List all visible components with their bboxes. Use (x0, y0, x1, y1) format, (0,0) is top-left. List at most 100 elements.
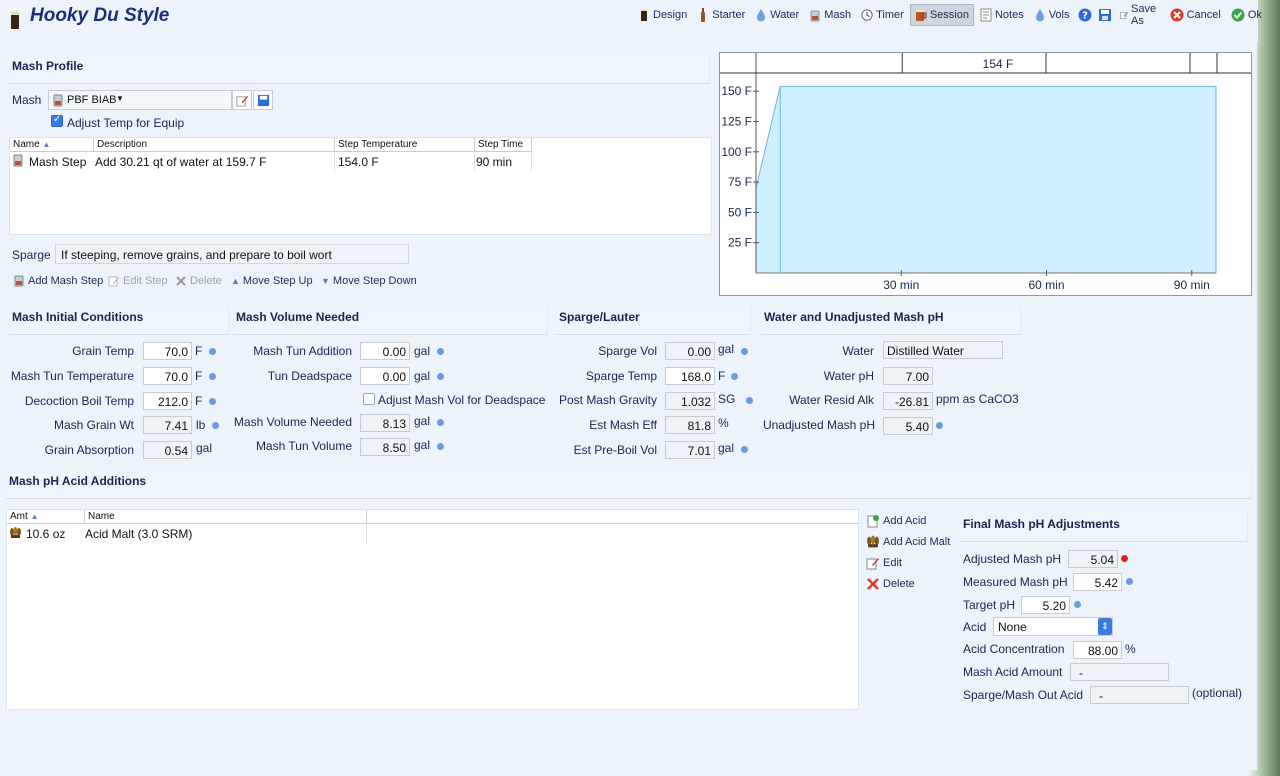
tun-temp-input[interactable]: 70.0 (143, 367, 192, 385)
ok-label: Ok (1247, 9, 1262, 21)
info-dot-icon[interactable] (437, 443, 444, 450)
header: Hooky Du Style Design Starter Water Mash… (0, 0, 1262, 42)
mash-grain-wt-unit: lb (196, 418, 206, 432)
info-dot-icon[interactable] (209, 348, 216, 355)
info-dot-icon[interactable] (741, 348, 748, 355)
col-name-header[interactable]: Name ▲ (10, 138, 94, 152)
table-row[interactable]: 10.6 oz Acid Malt (3.0 SRM) (7, 525, 367, 543)
grain-malt-icon (10, 527, 21, 538)
adjust-deadspace-checkbox[interactable] (363, 393, 375, 405)
mash-tun-icon (13, 154, 23, 167)
mash-profile-select[interactable]: PBF BIAB ▼ (48, 90, 232, 110)
step-description: Add 30.21 qt of water at 159.7 F (95, 155, 267, 169)
info-dot-icon[interactable] (437, 348, 444, 355)
acid-additions-heading: Mash pH Acid Additions (6, 469, 1252, 499)
col-empty-header (367, 510, 858, 524)
info-dot-icon[interactable] (437, 373, 444, 380)
beer-glass-icon (11, 12, 19, 29)
edit-acid-label: Edit (883, 557, 902, 569)
save-button[interactable] (1096, 4, 1114, 26)
info-dot-icon[interactable] (212, 422, 219, 429)
mash-volume-needed-label: Mash Volume Needed (233, 415, 352, 429)
delete-step-button[interactable]: Delete (175, 275, 222, 287)
grain-temp-unit: F (195, 344, 203, 358)
chevron-updown-icon: ⇕ (1098, 618, 1112, 635)
sparge-vol-label: Sparge Vol (598, 344, 657, 358)
grain-temp-input[interactable]: 70.0 (143, 342, 192, 360)
col-description-header[interactable]: Description (94, 138, 335, 152)
ok-button[interactable]: Ok (1227, 4, 1266, 26)
info-dot-icon[interactable] (209, 373, 216, 380)
adjust-temp-checkbox[interactable] (51, 114, 63, 127)
save-profile-button[interactable] (253, 90, 273, 110)
est-preboil-vol-unit: gal (718, 441, 735, 455)
delete-x-icon (176, 276, 186, 286)
post-mash-gravity-value: 1.032 (665, 392, 715, 410)
water-profile-value: Distilled Water (883, 341, 1003, 359)
edit-profile-button[interactable] (232, 90, 252, 110)
col-time-header[interactable]: Step Time (475, 138, 532, 152)
info-dot-icon[interactable] (1074, 601, 1081, 608)
target-ph-input[interactable]: 5.20 (1021, 596, 1070, 614)
decoction-temp-input[interactable]: 212.0 (143, 392, 192, 410)
notes-button[interactable]: Notes (976, 4, 1028, 26)
sparge-label: Sparge (12, 248, 51, 262)
info-dot-icon[interactable] (731, 373, 738, 380)
delete-step-label: Delete (190, 275, 222, 287)
tun-addition-input[interactable]: 0.00 (360, 342, 410, 360)
add-acid-malt-button[interactable]: Add Acid Malt (866, 535, 950, 549)
edit-step-button[interactable]: Edit Step (108, 275, 168, 287)
decoction-temp-label: Decoction Boil Temp (24, 394, 134, 408)
acid-type-select[interactable]: None ⇕ (993, 617, 1113, 636)
starter-label: Starter (712, 9, 746, 21)
water-button[interactable]: Water (751, 4, 803, 26)
est-preboil-vol-label: Est Pre-Boil Vol (573, 443, 657, 457)
col-temp-header[interactable]: Step Temperature (335, 138, 475, 152)
acid-concentration-label: Acid Concentration (963, 642, 1065, 656)
timer-button[interactable]: Timer (857, 4, 908, 26)
col-amt-header[interactable]: Amt ▲ (7, 510, 85, 524)
cancel-icon (1170, 8, 1184, 22)
acid-concentration-input[interactable]: 88.00 (1073, 641, 1122, 659)
delete-acid-button[interactable]: Delete (866, 577, 915, 591)
acid-bottle-icon (867, 515, 879, 528)
floppy-disk-icon (257, 94, 270, 107)
acid-type-value: None (998, 620, 1027, 634)
info-dot-icon[interactable] (437, 419, 444, 426)
starter-button[interactable]: Starter (693, 4, 749, 26)
help-button[interactable]: ? (1076, 4, 1094, 26)
adjusted-ph-value: 5.04 (1068, 550, 1118, 568)
info-dot-icon[interactable] (209, 398, 216, 405)
water-resid-alk-value: -26.81 (883, 392, 933, 410)
info-dot-icon[interactable] (936, 422, 943, 429)
sparge-temp-input[interactable]: 168.0 (665, 367, 715, 385)
measured-ph-input[interactable]: 5.42 (1073, 573, 1122, 591)
status-dot-icon[interactable] (1121, 555, 1128, 562)
add-mash-step-button[interactable]: Add Mash Step (13, 275, 103, 287)
session-button[interactable]: Session (909, 4, 974, 26)
col-acid-name-header[interactable]: Name (85, 510, 367, 524)
move-step-down-button[interactable]: ▼ Move Step Down (321, 275, 417, 287)
adjust-temp-label: Adjust Temp for Equip (67, 116, 185, 130)
sort-asc-icon: ▲ (30, 512, 39, 521)
grain-absorption-unit: gal (196, 441, 213, 455)
cancel-button[interactable]: Cancel (1166, 4, 1225, 26)
info-dot-icon[interactable] (1126, 578, 1133, 585)
toolbar: Design Starter Water Mash Timer Session (634, 3, 1266, 27)
edit-acid-button[interactable]: Edit (866, 556, 902, 570)
mash-tun-icon (14, 275, 24, 287)
sparge-description-field[interactable]: If steeping, remove grains, and prepare … (55, 244, 409, 264)
add-acid-label: Add Acid (883, 515, 927, 527)
save-as-button[interactable]: Save As (1116, 3, 1164, 27)
info-dot-icon[interactable] (746, 397, 753, 404)
acid-amount: 10.6 oz (26, 527, 66, 541)
add-acid-button[interactable]: Add Acid (866, 514, 926, 528)
vols-button[interactable]: Vols (1030, 4, 1074, 26)
design-button[interactable]: Design (634, 4, 691, 26)
mash-button[interactable]: Mash (805, 4, 855, 26)
mash-acid-amount-label: Mash Acid Amount (963, 665, 1063, 679)
tun-deadspace-input[interactable]: 0.00 (360, 367, 410, 385)
move-step-up-button[interactable]: ▲ Move Step Up (231, 275, 313, 287)
info-dot-icon[interactable] (741, 446, 748, 453)
table-row[interactable]: Mash Step Add 30.21 qt of water at 159.7… (10, 153, 532, 171)
